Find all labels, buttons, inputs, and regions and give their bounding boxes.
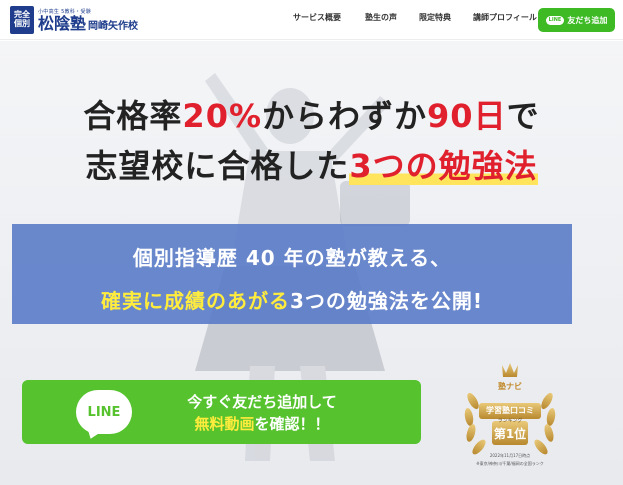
line-logo-text: LINE (87, 404, 121, 420)
intro-banner: 個別指導歴 40 年の塾が教える、 確実に成績のあがる3つの勉強法を公開! (12, 224, 572, 324)
logo-branch: 岡崎矢作校 (88, 20, 139, 32)
headline-1-text-c: からわずか (262, 97, 428, 135)
award-brand: 塾ナビ (498, 382, 522, 391)
cta-highlight: 無料動画 (194, 415, 255, 433)
ranking-award-badge: 塾ナビ 学習塾口コミ ランキング 第1位 2022年11月17日時点 ※東京/神… (455, 359, 565, 479)
logo-badge-bottom: 個別 (14, 19, 30, 28)
cta-line-2-text: を確認！！ (254, 415, 330, 433)
headline-1-highlight-rate: 20% (182, 97, 263, 135)
cta-text: 今すぐ友だち追加して 無料動画を確認！！ (152, 391, 372, 435)
line-add-friend-label: 友だち追加 (567, 15, 608, 25)
site-header: 完全 個別 小中高生 5教科・受験 松陰塾 岡崎矢作校 サービス概要 塾生の声 … (0, 0, 623, 40)
line-cta-button[interactable]: LINE 今すぐ友だち追加して 無料動画を確認！！ (22, 380, 421, 444)
award-subtitle: ランキング (497, 418, 523, 424)
line-logo-icon: LINE (76, 390, 132, 434)
award-rank: 第1位 (493, 427, 527, 441)
headline-1-highlight-days: 90日 (427, 97, 507, 135)
hero-section: 合格率20%からわずか90日で 志望校に合格した3つの勉強法 個別指導歴 40 … (0, 41, 623, 485)
headline-1-text-a: 合格率 (83, 97, 183, 135)
nav-item-instructor[interactable]: 講師プロフィール (473, 12, 537, 23)
headline-1-text-e: で (506, 97, 540, 135)
cta-line-2: 無料動画を確認！！ (152, 413, 372, 435)
award-title: 学習塾口コミ (486, 406, 534, 415)
headline-line-2: 志望校に合格した3つの勉強法 (0, 141, 623, 187)
site-logo[interactable]: 完全 個別 小中高生 5教科・受験 松陰塾 岡崎矢作校 (10, 5, 138, 35)
intro-banner-text: 3つの勉強法を公開! (289, 289, 484, 313)
intro-banner-line-1: 個別指導歴 40 年の塾が教える、 (132, 246, 452, 270)
intro-banner-highlight: 確実に成績のあがる (100, 289, 290, 313)
nav-item-service[interactable]: サービス概要 (293, 12, 341, 23)
headline-line-1: 合格率20%からわずか90日で (0, 91, 623, 137)
nav-item-testimonials[interactable]: 塾生の声 (365, 12, 397, 23)
headline-2-text-a: 志望校に合格した (85, 147, 350, 185)
logo-badge: 完全 個別 (10, 6, 34, 34)
award-note: ※東京/神奈川/千葉/福岡の全国ランク (476, 461, 544, 466)
line-add-friend-button[interactable]: LINE 友だち追加 (538, 8, 615, 32)
headline-2-highlight-methods: 3つの勉強法 (349, 147, 538, 185)
intro-banner-line-2: 確実に成績のあがる3つの勉強法を公開! (12, 285, 572, 314)
logo-name: 松陰塾 (38, 13, 87, 33)
cta-line-1: 今すぐ友だち追加して (187, 393, 337, 411)
line-icon: LINE (545, 15, 565, 25)
main-nav: サービス概要 塾生の声 限定特典 講師プロフィール (293, 12, 559, 23)
award-date: 2022年11月17日時点 (489, 453, 531, 458)
nav-item-bonus[interactable]: 限定特典 (419, 12, 451, 23)
